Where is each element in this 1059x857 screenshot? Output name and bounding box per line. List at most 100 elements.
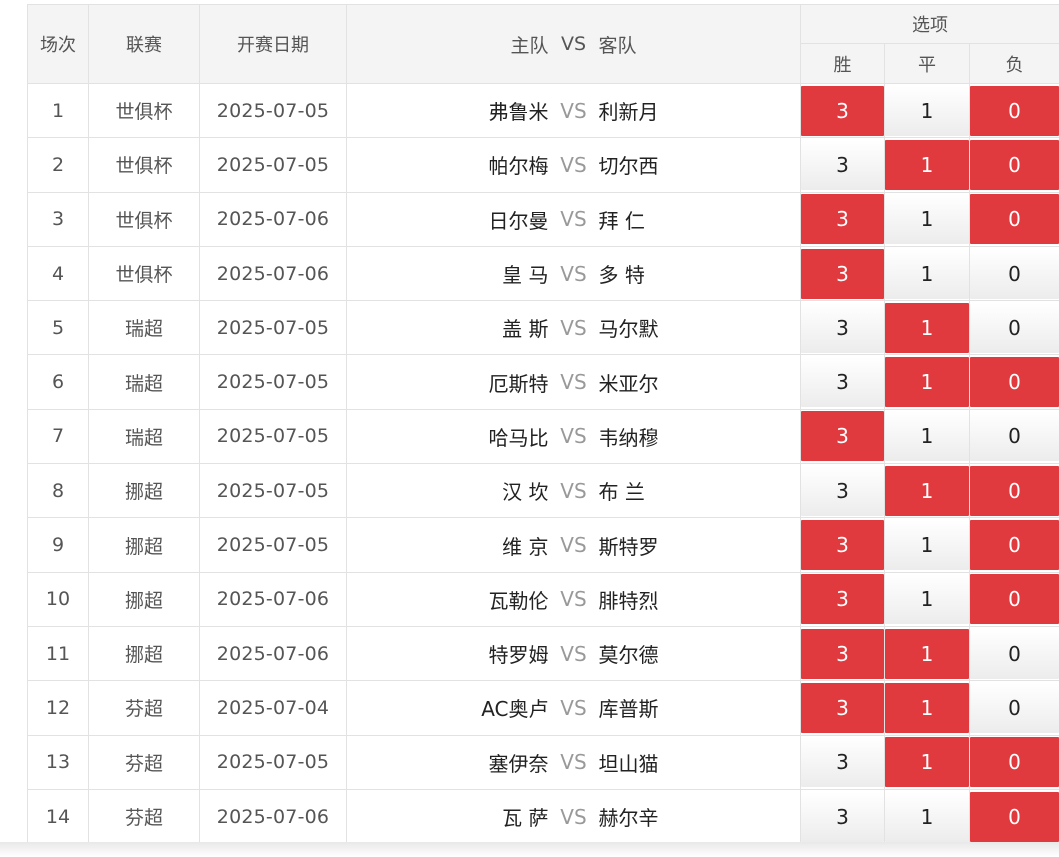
draw-option-button[interactable]: 1 — [885, 139, 969, 190]
lottery-table-container: 场次 联赛 开赛日期 主队 VS 客队 选项 胜 平 负 1 世俱杯 2025-07… — [27, 4, 1059, 842]
draw-option-button[interactable]: 1 — [885, 520, 969, 571]
option-cell-draw: 1 — [884, 463, 970, 519]
round-number: 11 — [27, 625, 89, 682]
header-draw: 平 — [884, 43, 970, 84]
option-cell-draw: 1 — [884, 788, 970, 842]
vs-label: VS — [560, 98, 587, 123]
lose-option-button[interactable]: 0 — [970, 682, 1059, 733]
lose-option-button[interactable]: 0 — [970, 465, 1059, 516]
away-team: 腓特烈 — [598, 588, 659, 613]
match-date: 2025-07-06 — [199, 571, 347, 627]
match-teams: 特罗姆 VS 莫尔德 — [346, 625, 801, 682]
away-team: 坦山猫 — [598, 751, 659, 776]
draw-option-button[interactable]: 1 — [885, 411, 969, 462]
home-team: 维 京 — [502, 534, 549, 559]
vs-label: VS — [560, 587, 587, 612]
option-cell-win: 3 — [800, 191, 885, 247]
option-cell-win: 3 — [800, 354, 885, 410]
lose-option-button[interactable]: 0 — [970, 194, 1059, 245]
table-row: 4 世俱杯 2025-07-06 皇 马 VS 多 特 310 — [27, 245, 1059, 302]
table-row: 5 瑞超 2025-07-05 盖 斯 VS 马尔默 3 1 0 — [27, 300, 1059, 356]
table-row: 1 世俱杯 2025-07-05 弗鲁米 VS 利新月 3 1 0 — [27, 82, 1059, 139]
lose-option-button[interactable]: 0 — [970, 85, 1059, 136]
lose-option-button[interactable]: 0 — [970, 139, 1059, 190]
draw-option-button[interactable]: 1 — [885, 85, 969, 136]
lose-option-button[interactable]: 0 — [970, 302, 1059, 353]
lose-option-button[interactable]: 0 — [970, 791, 1059, 842]
draw-option-button[interactable]: 1 — [885, 302, 969, 353]
win-option-button[interactable]: 3 — [801, 248, 884, 299]
lose-option-button[interactable]: 0 — [970, 628, 1059, 679]
lose-option-button[interactable]: 0 — [970, 574, 1059, 625]
draw-option-button[interactable]: 1 — [885, 194, 969, 245]
home-team: 塞伊奈 — [488, 751, 549, 776]
match-date: 2025-07-05 — [199, 300, 347, 356]
win-option-button[interactable]: 3 — [801, 85, 884, 136]
vs-label: VS — [560, 533, 587, 558]
away-team: 利新月 — [598, 100, 659, 125]
draw-option-button[interactable]: 1 — [885, 628, 969, 679]
win-option-button[interactable]: 3 — [801, 465, 884, 516]
lose-option-button[interactable]: 0 — [970, 520, 1059, 571]
lose-option-button[interactable]: 0 — [970, 248, 1059, 299]
away-team: 拜 仁 — [598, 208, 645, 233]
draw-option-button[interactable]: 1 — [885, 682, 969, 733]
lose-option-button[interactable]: 0 — [970, 411, 1059, 462]
vs-label: VS — [560, 261, 587, 286]
round-number: 8 — [27, 463, 89, 519]
option-cell-lose: 0 — [968, 571, 1059, 627]
win-option-button[interactable]: 3 — [801, 194, 884, 245]
home-team: 厄斯特 — [488, 371, 549, 396]
draw-option-button[interactable]: 1 — [885, 357, 969, 408]
home-team: 日尔曼 — [488, 208, 549, 233]
away-team: 莫尔德 — [598, 643, 659, 668]
win-option-button[interactable]: 3 — [801, 302, 884, 353]
league-name: 芬超 — [88, 788, 200, 842]
win-option-button[interactable]: 3 — [801, 520, 884, 571]
round-number: 12 — [27, 680, 89, 736]
match-date: 2025-07-06 — [199, 788, 347, 842]
table-row: 7 瑞超 2025-07-05 哈马比 VS 韦纳穆 3 1 0 — [27, 408, 1059, 465]
home-team: 皇 马 — [502, 263, 549, 288]
option-cell-win: 3 — [800, 625, 885, 682]
win-option-button[interactable]: 3 — [801, 737, 884, 788]
win-option-button[interactable]: 3 — [801, 628, 884, 679]
option-cell-lose: 0 — [968, 463, 1059, 519]
draw-option-button[interactable]: 1 — [885, 791, 969, 842]
draw-option-button[interactable]: 1 — [885, 248, 969, 299]
league-name: 挪超 — [88, 625, 200, 682]
table-row: 2 世俱杯 2025-07-05 帕尔梅 VS 切尔西 3 1 0 — [27, 137, 1059, 193]
home-team: 弗鲁米 — [488, 100, 549, 125]
round-number: 13 — [27, 734, 89, 790]
table-row: 11 挪超 2025-07-06 特罗姆 VS 莫尔德 3 1 0 — [27, 625, 1059, 682]
option-cell-lose: 0 — [968, 82, 1059, 139]
table-row: 9 挪超 2025-07-05 维 京 VS 斯特罗 3 1 0 — [27, 517, 1059, 573]
round-number: 2 — [27, 137, 89, 193]
draw-option-button[interactable]: 1 — [885, 574, 969, 625]
option-cell-lose: 0 — [968, 517, 1059, 573]
home-team: 帕尔梅 — [488, 154, 549, 179]
header-round: 场次 — [27, 4, 89, 84]
draw-option-button[interactable]: 1 — [885, 737, 969, 788]
lose-option-button[interactable]: 0 — [970, 737, 1059, 788]
table-row: 6 瑞超 2025-07-05 厄斯特 VS 米亚尔 3 1 0 — [27, 354, 1059, 410]
win-option-button[interactable]: 3 — [801, 357, 884, 408]
win-option-button[interactable]: 3 — [801, 574, 884, 625]
scroll-shadow — [0, 842, 1059, 857]
vs-label: VS — [560, 750, 587, 775]
away-team: 赫尔辛 — [598, 806, 659, 830]
draw-option-button[interactable]: 1 — [885, 465, 969, 516]
win-option-button[interactable]: 3 — [801, 682, 884, 733]
win-option-button[interactable]: 3 — [801, 139, 884, 190]
option-cell-lose: 0 — [968, 300, 1059, 356]
vs-label: VS — [560, 152, 587, 177]
round-number: 5 — [27, 300, 89, 356]
option-cell-win: 3 — [800, 137, 885, 193]
away-team: 多 特 — [598, 263, 645, 288]
home-team: AC奥卢 — [481, 697, 549, 722]
win-option-button[interactable]: 3 — [801, 411, 884, 462]
vs-label: VS — [560, 207, 587, 232]
win-option-button[interactable]: 3 — [801, 791, 884, 842]
lose-option-button[interactable]: 0 — [970, 357, 1059, 408]
header-league: 联赛 — [88, 4, 200, 84]
